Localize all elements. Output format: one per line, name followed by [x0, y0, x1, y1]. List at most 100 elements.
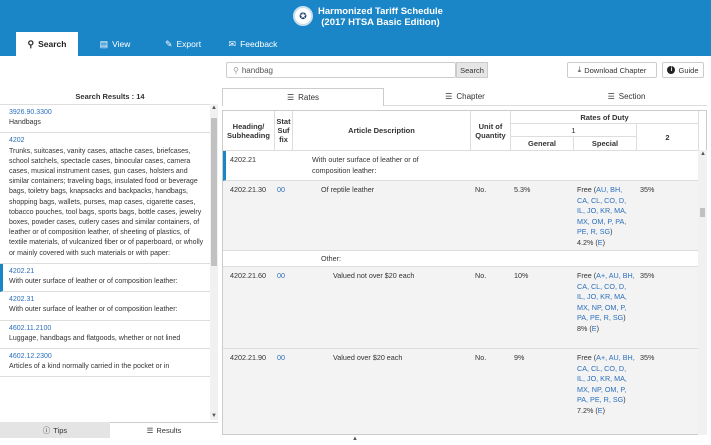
tab-results[interactable]: ☰ Results [110, 422, 218, 438]
list-icon: ☰ [146, 426, 154, 435]
tariff-table: Heading/ Subheading Stat Suf fix Article… [222, 110, 707, 435]
download-chapter-button[interactable]: ⤓ Download Chapter [567, 62, 657, 78]
row-heading: 4202.21.30 [230, 185, 266, 194]
rates-icon: ☰ [286, 93, 295, 102]
col-special: Special [574, 137, 637, 151]
tab-tips[interactable]: ⓘ Tips [0, 422, 110, 438]
row-col2: 35% [640, 353, 655, 362]
row-heading: 4202.21.60 [230, 271, 266, 280]
result-text: With outer surface of leather or of comp… [9, 306, 178, 314]
search-results-title: Search Results : 14 [75, 92, 145, 101]
result-code[interactable]: 4602.12.2300 [9, 352, 204, 362]
scroll-up-icon[interactable]: ▲ [700, 151, 706, 157]
row-col2: 35% [640, 185, 655, 194]
info-icon: ⓘ [42, 425, 51, 435]
download-icon: ⤓ [577, 65, 582, 74]
result-code[interactable]: 4602.11.2100 [9, 324, 204, 334]
col-rate-2: 2 [637, 124, 699, 151]
row-special: Free (A+, AU, BH, CA, CL, CO, D, IL, JO,… [577, 353, 635, 415]
col-heading: Heading/ Subheading [223, 111, 275, 151]
result-code[interactable]: 4202.31 [9, 295, 204, 305]
table-row[interactable]: Other: [223, 251, 699, 267]
row-col2: 35% [640, 271, 655, 280]
search-button[interactable]: Search [456, 62, 488, 78]
tab-section[interactable]: ☰ Section [546, 88, 707, 106]
col-description: Article Description [293, 111, 471, 151]
row-stat-suffix[interactable]: 00 [277, 185, 285, 196]
result-item-selected[interactable]: 4202.21 With outer surface of leather or… [0, 263, 210, 293]
row-general: 5.3% [514, 185, 531, 194]
row-stat-suffix[interactable]: 00 [277, 353, 285, 364]
result-item[interactable]: 3926.90.3300 Handbags [0, 105, 210, 134]
table-row[interactable]: 4202.21.90 00 Valued over $20 each No. 9… [223, 349, 699, 434]
guide-button[interactable]: i Guide [662, 62, 704, 78]
table-row[interactable]: 4202.21.30 00 Of reptile leather No. 5.3… [223, 181, 699, 251]
search-icon: ⚲ [27, 38, 35, 49]
col-unit: Unit of Quantity [471, 111, 511, 151]
app-title-line1: Harmonized Tariff Schedule [318, 6, 443, 17]
search-input[interactable]: ⚲ handbag [226, 62, 456, 78]
result-item[interactable]: 4202 Trunks, suitcases, vanity cases, at… [0, 133, 210, 264]
result-text: With outer surface of leather or of comp… [9, 278, 178, 286]
result-text: Handbags [9, 119, 41, 127]
view-tabs: ☰ Rates ☰ Chapter ☰ Section [222, 88, 707, 106]
result-item[interactable]: 4202.31 With outer surface of leather or… [0, 292, 210, 321]
row-general: 10% [514, 271, 529, 280]
table-row[interactable]: 4202.21 With outer surface of leather or… [223, 151, 699, 181]
col-rates-of-duty: Rates of Duty [511, 111, 699, 124]
search-results-list: 3926.90.3300 Handbags 4202 Trunks, suitc… [0, 104, 210, 420]
result-code[interactable]: 4202 [9, 136, 204, 146]
row-description: With outer surface of leather or of comp… [312, 155, 419, 175]
app-title-line2: (2017 HTSA Basic Edition) [321, 17, 440, 28]
chapter-icon: ☰ [445, 92, 453, 101]
section-icon: ☰ [607, 92, 615, 101]
result-code[interactable]: 3926.90.3300 [9, 108, 204, 118]
app-title: Harmonized Tariff Schedule (2017 HTSA Ba… [318, 6, 443, 28]
scroll-down-icon[interactable]: ▼ [211, 413, 217, 419]
search-icon: ⚲ [233, 65, 239, 75]
col-general: General [511, 137, 574, 151]
results-scrollbar[interactable]: ▲ ▼ [210, 104, 218, 420]
row-description: Of reptile leather [321, 185, 375, 194]
special-rate-code-link[interactable]: E [598, 406, 603, 415]
export-icon: ✎ [164, 38, 173, 49]
col-stat-suffix: Stat Suf fix [275, 111, 293, 151]
row-special: Free (AU, BH, CA, CL, CO, D, IL, JO, KR,… [577, 185, 627, 247]
result-item[interactable]: 4602.12.2300 Articles of a kind normally… [0, 349, 210, 378]
row-general: 9% [514, 353, 525, 362]
result-text: Luggage, handbags and flatgoods, whether… [9, 334, 181, 342]
row-special: Free (A+, AU, BH, CA, CL, CO, D, IL, JO,… [577, 271, 635, 333]
scroll-up-icon[interactable]: ▲ [211, 105, 217, 111]
row-heading: 4202.21 [230, 155, 256, 164]
special-rate-code-link[interactable]: E [598, 238, 603, 247]
row-unit: No. [475, 353, 487, 362]
document-icon: ▤ [99, 38, 109, 49]
scrollbar-thumb[interactable] [211, 118, 217, 266]
nav-view[interactable]: ▤ View [90, 32, 140, 56]
usitc-seal-logo: ✪ [293, 6, 313, 26]
row-unit: No. [475, 271, 487, 280]
nav-search[interactable]: ⚲ Search [16, 32, 78, 56]
row-unit: No. [475, 185, 487, 194]
scrollbar-thumb[interactable] [700, 208, 705, 217]
result-item[interactable]: 4602.11.2100 Luggage, handbags and flatg… [0, 321, 210, 350]
row-heading: 4202.21.90 [230, 353, 266, 362]
tab-rates[interactable]: ☰ Rates [222, 88, 384, 106]
row-description: Valued over $20 each [333, 353, 403, 362]
col-rate-1: 1 [511, 124, 637, 137]
table-row[interactable]: 4202.21.60 00 Valued not over $20 each N… [223, 267, 699, 349]
special-rate-code-link[interactable]: E [592, 324, 597, 333]
feedback-icon: ✉ [228, 38, 237, 49]
info-icon: i [667, 66, 676, 74]
row-description: Other: [321, 254, 341, 263]
result-text: Articles of a kind normally carried in t… [9, 363, 170, 371]
table-scrollbar[interactable]: ▲ [698, 150, 707, 435]
row-stat-suffix[interactable]: 00 [277, 271, 285, 282]
result-text: Trunks, suitcases, vanity cases, attache… [9, 147, 204, 257]
search-input-value: handbag [241, 65, 274, 75]
nav-feedback[interactable]: ✉ Feedback [223, 32, 283, 56]
nav-export[interactable]: ✎ Export [155, 32, 211, 56]
tab-chapter[interactable]: ☰ Chapter [384, 88, 546, 106]
scroll-up-icon[interactable]: ▲ [352, 436, 358, 442]
result-code[interactable]: 4202.21 [9, 267, 204, 277]
